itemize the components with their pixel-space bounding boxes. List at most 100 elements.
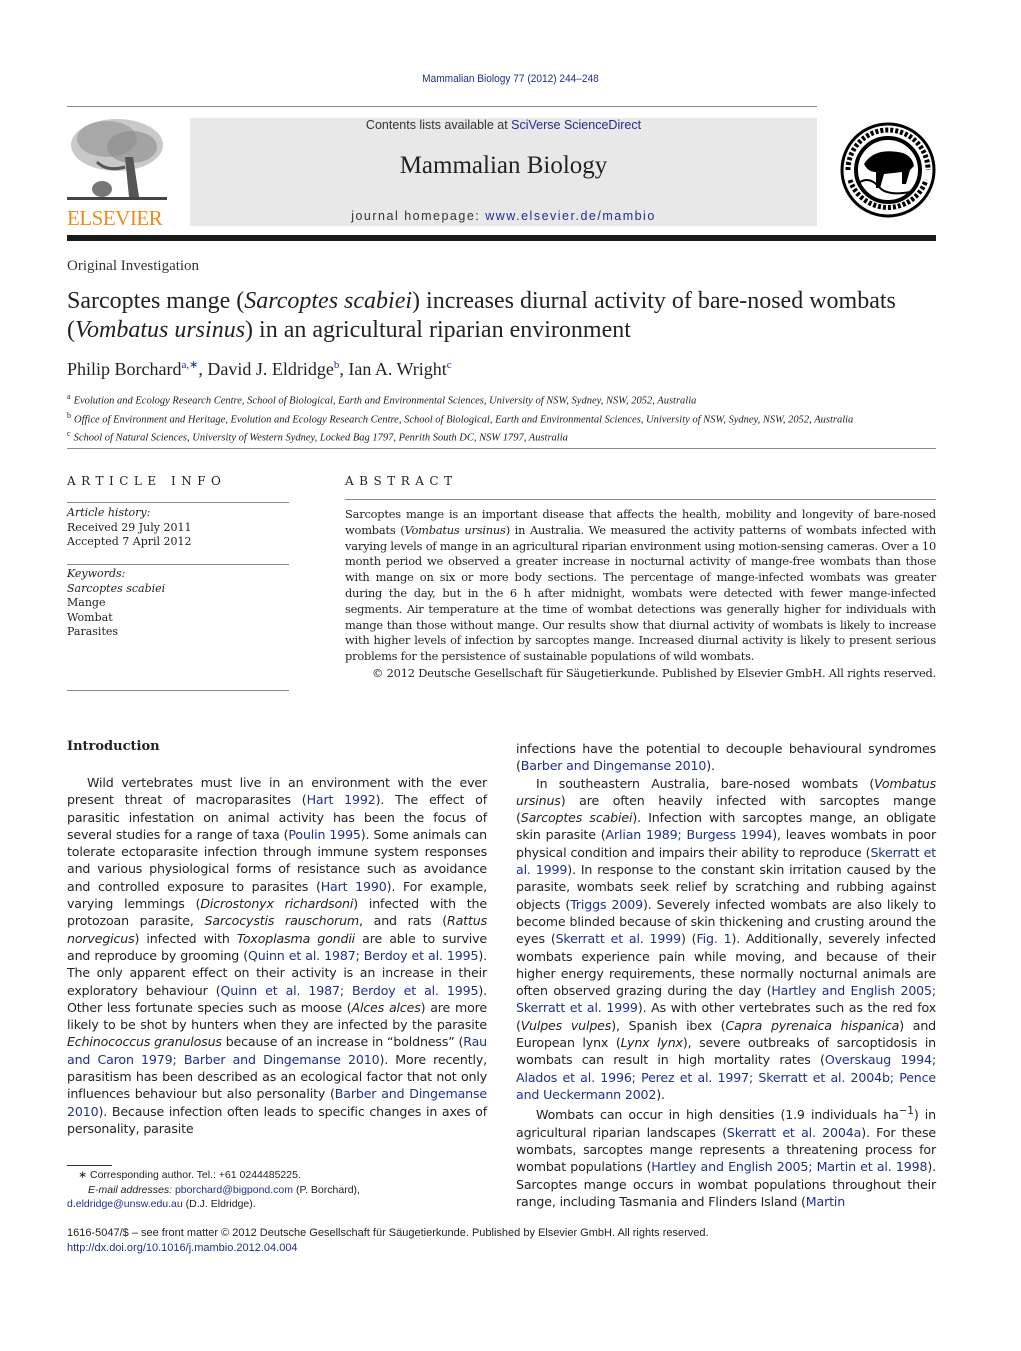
header-divider	[67, 106, 817, 107]
keywords-label: Keywords:	[67, 567, 126, 580]
citation-link[interactable]: Arlian 1989; Burgess 1994	[606, 827, 773, 842]
text-segment: In southeastern Australia, bare-nosed wo…	[536, 775, 875, 791]
text-segment: ), Spanish ibex (	[611, 1017, 726, 1033]
affiliation-text: Evolution and Ecology Research Centre, S…	[73, 395, 697, 407]
text-segment: Wombats can occur in high densities (1.9…	[536, 1107, 899, 1123]
affiliation-item: b Office of Environment and Heritage, Evo…	[67, 409, 853, 428]
homepage-link[interactable]: www.elsevier.de/mambio	[485, 209, 656, 223]
elsevier-logo-text[interactable]: ELSEVIER	[67, 206, 163, 231]
homepage-line: journal homepage: www.elsevier.de/mambio	[190, 209, 817, 223]
introduction-heading: Introduction	[67, 739, 160, 754]
keyword-item: Mange	[67, 596, 106, 609]
keyword-item: Parasites	[67, 625, 119, 638]
text-segment: ).	[656, 1086, 665, 1102]
body-column-right: infections have the potential to decoupl…	[516, 740, 936, 1210]
section-type: Original Investigation	[67, 258, 200, 274]
received-date: Received 29 July 2011	[67, 520, 192, 534]
bottom-matter: 1616-5047/$ – see front matter © 2012 De…	[67, 1226, 709, 1256]
citation-link[interactable]: Hart 1990	[321, 879, 387, 894]
affiliation-text: Office of Environment and Heritage, Evol…	[74, 414, 854, 425]
contents-line: Contents lists available at SciVerse Sci…	[190, 118, 817, 132]
abstract-species: Vombatus ursinus	[404, 522, 506, 537]
email-link[interactable]: d.eldridge@unsw.edu.au	[67, 1198, 183, 1210]
abstract-heading: ABSTRACT	[345, 474, 458, 488]
footnote-divider	[67, 1165, 112, 1166]
author-affiliation-link[interactable]: a,∗	[182, 359, 199, 371]
accepted-date: Accepted 7 April 2012	[67, 535, 192, 548]
email-line: d.eldridge@unsw.edu.au (D.J. Eldridge).	[67, 1197, 487, 1212]
article-info-heading: ARTICLE INFO	[67, 474, 227, 488]
text-segment: ).	[706, 758, 715, 774]
italic-term: Lynx lynx	[620, 1035, 683, 1051]
article-history: Article history: Received 29 July 2011 A…	[67, 506, 192, 550]
email-owner: (D.J. Eldridge).	[182, 1198, 256, 1210]
citation-link[interactable]: Quinn et al. 1987; Berdoy et al. 1995	[248, 948, 478, 963]
text-segment: ) (	[681, 931, 697, 947]
society-seal-icon	[840, 122, 936, 218]
body-column-left: Wild vertebrates must live in an environ…	[67, 774, 487, 1137]
affiliation-text: School of Natural Sciences, University o…	[73, 432, 568, 444]
superscript: −1	[898, 1105, 914, 1118]
article-info-divider	[67, 502, 289, 503]
email-label: E-mail addresses:	[88, 1183, 173, 1196]
article-info-divider	[67, 690, 289, 691]
doi-link[interactable]: http://dx.doi.org/10.1016/j.mambio.2012.…	[67, 1242, 298, 1254]
author-affiliation-link[interactable]: c	[447, 359, 452, 371]
citation-link[interactable]: Quinn et al. 1987; Berdoy et al. 1995	[220, 983, 478, 998]
homepage-prefix: journal homepage:	[351, 209, 486, 223]
affiliation-mark: c	[67, 429, 71, 438]
keyword-item: Sarcoptes scabiei	[67, 581, 166, 595]
corresponding-author-note: ∗ Corresponding author. Tel.: +61 0244485…	[67, 1168, 487, 1183]
body-paragraph: infections have the potential to decoupl…	[516, 740, 936, 775]
article-info-divider	[67, 564, 289, 565]
italic-term: Dicrostonyx richardsoni	[200, 896, 354, 912]
citation-link[interactable]: Martin	[806, 1194, 845, 1209]
abstract-copyright: © 2012 Deutsche Gesellschaft für Säugeti…	[372, 666, 936, 680]
body-paragraph: Wombats can occur in high densities (1.9…	[516, 1103, 936, 1210]
italic-term: Echinococcus granulosus	[67, 1034, 222, 1050]
italic-term: Sarcoptes scabiei	[520, 810, 633, 826]
citation-link[interactable]: Poulin 1995	[288, 827, 361, 842]
affiliation-mark: b	[67, 410, 71, 420]
affiliations: a Evolution and Ecology Research Centre, …	[67, 390, 853, 446]
body-paragraph: Wild vertebrates must live in an environ…	[67, 774, 487, 1137]
email-link[interactable]: pborchard@bigpond.com	[175, 1184, 293, 1196]
title-divider	[67, 448, 936, 449]
tree-icon	[67, 117, 167, 205]
author-name: Philip Borchard	[67, 359, 182, 379]
abstract-segment: ) in Australia. We measured the activity…	[345, 522, 936, 664]
abstract-text: Sarcoptes mange is an important disease …	[345, 507, 936, 665]
affiliation-mark: a	[67, 392, 71, 401]
keyword-item: Wombat	[67, 610, 113, 624]
text-segment: ) infected with	[134, 930, 237, 946]
contents-prefix: Contents lists available at	[365, 118, 512, 132]
body-paragraph: In southeastern Australia, bare-nosed wo…	[516, 775, 936, 1104]
text-segment: , and rats (	[359, 913, 448, 929]
affiliation-item: c School of Natural Sciences, University …	[67, 427, 853, 446]
italic-term: Capra pyrenaica hispanica	[725, 1017, 900, 1033]
author-list: Philip Borcharda,∗, David J. Eldridgeb, …	[67, 358, 452, 380]
title-species: Vombatus ursinus	[75, 317, 246, 343]
citation-link[interactable]: Skerratt et al. 1999	[556, 931, 682, 946]
text-segment: because of an increase in “boldness” (	[221, 1034, 464, 1050]
author-name: David J. Eldridge	[207, 359, 334, 379]
citation-link[interactable]: Skerratt et al. 2004a	[727, 1125, 861, 1140]
citation-link[interactable]: Triggs 2009	[570, 897, 643, 912]
footnote-mark: ∗	[78, 1169, 87, 1181]
author-separator: ,	[198, 359, 208, 379]
history-label: Article history:	[67, 506, 151, 519]
corresponding-author-text: Corresponding author. Tel.: +61 02444852…	[90, 1169, 301, 1181]
society-seal-logo	[840, 122, 936, 218]
citation-link[interactable]: Hartley and English 2005; Martin et al. …	[651, 1159, 927, 1174]
italic-term: Vulpes vulpes	[520, 1017, 612, 1033]
text-segment: ). Because infection often leads to spec…	[67, 1103, 487, 1136]
italic-term: Sarcocystis rauschorum	[204, 913, 360, 929]
citation-link[interactable]: Barber and Dingemanse 2010	[521, 758, 707, 773]
citation-link[interactable]: Hart 1992	[307, 792, 376, 807]
citation-link[interactable]: Fig. 1	[696, 931, 731, 946]
sciencedirect-link[interactable]: SciVerse ScienceDirect	[511, 118, 641, 132]
issn-line: 1616-5047/$ – see front matter © 2012 De…	[67, 1227, 709, 1239]
header-thick-rule	[67, 235, 936, 241]
author-name: Ian A. Wright	[348, 359, 447, 379]
journal-reference[interactable]: Mammalian Biology 77 (2012) 244–248	[41, 73, 980, 85]
